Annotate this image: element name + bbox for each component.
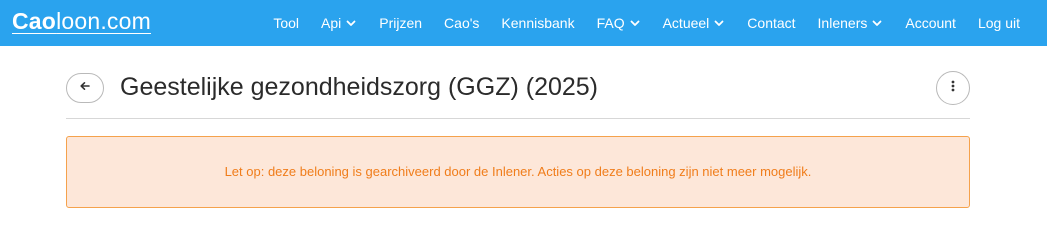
nav-menu: Tool Api Prijzen Cao's Kennisbank FAQ Ac… (262, 0, 1031, 46)
page-title: Geestelijke gezondheidszorg (GGZ) (2025) (120, 73, 599, 101)
site-logo[interactable]: Caoloon.com (12, 8, 151, 35)
logo-part-loon: loon.com (56, 8, 151, 34)
top-navbar: Caoloon.com Tool Api Prijzen Cao's Kenni… (0, 0, 1047, 46)
nav-item-label: Cao's (444, 15, 480, 31)
chevron-down-icon (629, 17, 641, 29)
nav-item-label: FAQ (596, 15, 625, 31)
nav-item-account[interactable]: Account (894, 15, 967, 31)
nav-item-label: Kennisbank (501, 15, 575, 31)
nav-item-faq[interactable]: FAQ (586, 15, 652, 31)
more-options-button[interactable] (936, 71, 970, 105)
nav-item-label: Inleners (817, 15, 868, 31)
page-header: Geestelijke gezondheidszorg (GGZ) (2025) (66, 70, 970, 108)
chevron-down-icon (713, 17, 725, 29)
nav-item-label: Prijzen (379, 15, 423, 31)
nav-item-label: Contact (747, 15, 796, 31)
header-divider (66, 118, 970, 119)
nav-item-inleners[interactable]: Inleners (807, 15, 895, 31)
nav-item-caos[interactable]: Cao's (433, 15, 490, 31)
nav-item-label: Log uit (977, 15, 1020, 31)
nav-item-prijzen[interactable]: Prijzen (368, 15, 433, 31)
back-button[interactable] (66, 73, 104, 103)
nav-item-label: Account (905, 15, 956, 31)
nav-item-contact[interactable]: Contact (736, 15, 806, 31)
nav-item-actueel[interactable]: Actueel (652, 15, 737, 31)
vertical-dots-icon (950, 79, 956, 98)
nav-item-label: Actueel (662, 15, 710, 31)
chevron-down-icon (871, 17, 883, 29)
nav-item-label: Tool (273, 15, 300, 31)
alert-message: Let op: deze beloning is gearchiveerd do… (224, 164, 812, 179)
arrow-left-icon (78, 79, 92, 98)
nav-item-tool[interactable]: Tool (262, 15, 310, 31)
nav-item-kennisbank[interactable]: Kennisbank (490, 15, 585, 31)
nav-item-label: Api (321, 15, 342, 31)
chevron-down-icon (345, 17, 357, 29)
nav-item-api[interactable]: Api (310, 15, 368, 31)
logo-part-cao: Cao (12, 8, 57, 34)
archived-warning-alert: Let op: deze beloning is gearchiveerd do… (66, 136, 970, 208)
nav-item-logout[interactable]: Log uit (967, 15, 1031, 31)
